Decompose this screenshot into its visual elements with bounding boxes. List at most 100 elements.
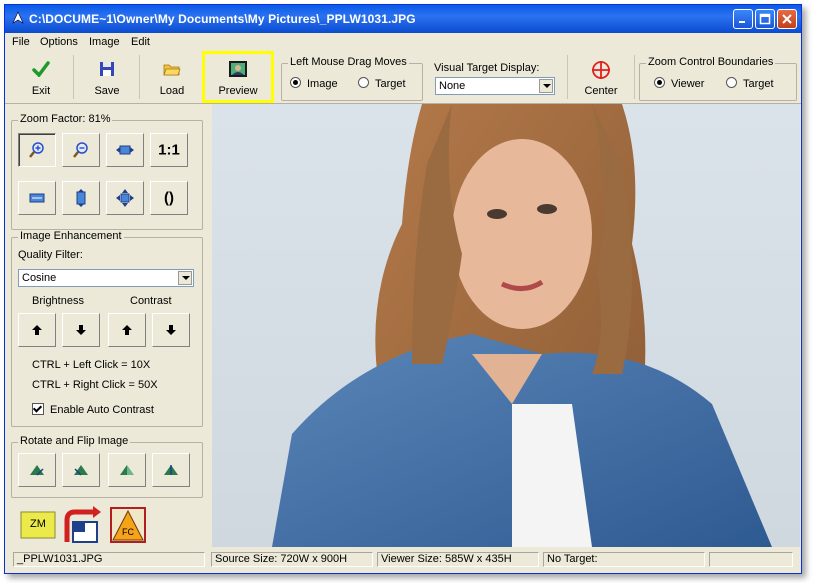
drag-moves-target-radio[interactable]: Target (358, 77, 406, 90)
window-title: C:\DOCUME~1\Owner\My Documents\My Pictur… (29, 12, 416, 26)
load-button[interactable]: Load (141, 55, 204, 99)
arrow-down-icon (166, 325, 176, 335)
radio-unselected-icon (358, 77, 369, 88)
flip-horizontal-icon (120, 465, 134, 475)
brightness-up-button[interactable] (18, 313, 56, 347)
fit-width-icon (29, 193, 45, 203)
zm-label: ZM (30, 518, 46, 530)
zoom-out-button[interactable] (62, 133, 100, 167)
actual-size-label: 1:1 (158, 141, 180, 159)
image-enhancement-title: Image Enhancement (18, 230, 124, 242)
preview-label: Preview (218, 85, 258, 97)
menu-options[interactable]: Options (40, 36, 78, 48)
status-viewer-size: Viewer Size: 585W x 435H (377, 552, 539, 567)
flip-vertical-icon (164, 465, 178, 475)
close-icon (782, 14, 792, 24)
zoom-factor-group: Zoom Factor: 81% 1:1 () (11, 113, 203, 230)
app-window: C:\DOCUME~1\Owner\My Documents\My Pictur… (4, 4, 802, 574)
status-extra (709, 552, 793, 567)
center-button[interactable]: Center (567, 55, 635, 99)
rotate-right-icon (74, 465, 88, 476)
crosshair-icon (592, 61, 610, 79)
status-source-size: Source Size: 720W x 900H (211, 552, 373, 567)
zm-button[interactable]: ZM (19, 508, 57, 542)
zoom-boundaries-target-label: Target (743, 78, 774, 90)
arrow-up-icon (122, 325, 132, 335)
fc-button[interactable]: FC (109, 506, 147, 544)
portrait-photo (212, 104, 800, 547)
status-bar: _PPLW1031.JPG Source Size: 720W x 900H V… (5, 549, 801, 571)
close-button[interactable] (777, 9, 797, 29)
visual-target-select[interactable]: None (435, 77, 555, 95)
move-arrows-icon (116, 189, 134, 207)
drag-moves-image-radio[interactable]: Image (290, 77, 338, 90)
zoom-boundaries-title: Zoom Control Boundaries (646, 56, 776, 68)
drag-moves-image-label: Image (307, 78, 338, 90)
quality-filter-value: Cosine (22, 272, 57, 284)
minimize-icon (739, 21, 745, 23)
menu-image[interactable]: Image (89, 36, 120, 48)
folder-icon (163, 64, 181, 76)
flip-vertical-button[interactable] (152, 453, 190, 487)
fit-window-icon (116, 145, 134, 155)
dropdown-arrow-icon[interactable] (539, 79, 553, 93)
maximize-icon (759, 13, 771, 25)
center-image-button[interactable] (106, 181, 144, 215)
fit-width-button[interactable] (18, 181, 56, 215)
save-button[interactable]: Save (75, 55, 140, 99)
auto-contrast-label: Enable Auto Contrast (50, 404, 154, 416)
zoom-boundaries-viewer-radio[interactable]: Viewer (654, 77, 704, 90)
checkbox-checked-icon (32, 403, 44, 415)
left-control-panel: Zoom Factor: 81% 1:1 () Image Enhancemen… (5, 104, 211, 548)
fit-height-icon (76, 189, 86, 207)
visual-target-value: None (439, 80, 466, 92)
quality-filter-label: Quality Filter: (18, 249, 83, 261)
fit-window-button[interactable] (106, 133, 144, 167)
brightness-label: Brightness (32, 295, 84, 307)
image-viewer[interactable] (212, 104, 800, 547)
minimize-button[interactable] (733, 9, 753, 29)
maximize-button[interactable] (755, 9, 775, 29)
zoom-boundaries-target-radio[interactable]: Target (726, 77, 774, 90)
fit-height-button[interactable] (62, 181, 100, 215)
arrow-up-icon (32, 325, 42, 335)
rotate-flip-title: Rotate and Flip Image (18, 435, 131, 447)
contrast-down-button[interactable] (152, 313, 190, 347)
fc-icon (110, 507, 146, 543)
zoom-in-button[interactable] (18, 133, 56, 167)
visual-target-title: Visual Target Display: (434, 62, 540, 74)
menu-edit[interactable]: Edit (131, 36, 150, 48)
reset-button[interactable]: () (150, 181, 188, 215)
checkmark-icon (32, 61, 50, 77)
dropdown-arrow-icon[interactable] (178, 271, 192, 285)
fc-label: FC (122, 527, 134, 537)
contrast-up-button[interactable] (108, 313, 146, 347)
rotate-left-button[interactable] (18, 453, 56, 487)
zoom-boundaries-group: Zoom Control Boundaries Viewer Target (639, 56, 797, 101)
load-label: Load (159, 85, 185, 97)
ctrl-right-hint: CTRL + Right Click = 50X (32, 379, 158, 391)
arrow-down-icon (76, 325, 86, 335)
floppy-disk-icon (100, 62, 114, 76)
brightness-down-button[interactable] (62, 313, 100, 347)
quality-filter-select[interactable]: Cosine (18, 269, 194, 287)
title-bar[interactable]: C:\DOCUME~1\Owner\My Documents\My Pictur… (5, 5, 801, 33)
zoom-in-icon (29, 142, 44, 158)
preview-button[interactable]: Preview (202, 51, 274, 103)
flip-horizontal-button[interactable] (108, 453, 146, 487)
crop-button[interactable] (63, 506, 103, 544)
exit-button[interactable]: Exit (9, 55, 74, 99)
rotate-right-button[interactable] (62, 453, 100, 487)
auto-contrast-checkbox[interactable]: Enable Auto Contrast (32, 403, 154, 416)
radio-unselected-icon (726, 77, 737, 88)
toolbar: Exit Save Load Preview Left Mouse Drag M… (5, 51, 801, 104)
contrast-label: Contrast (130, 295, 172, 307)
menu-bar: File Options Image Edit (5, 33, 801, 51)
rotate-left-icon (30, 465, 44, 476)
image-enhancement-group: Image Enhancement Quality Filter: Cosine… (11, 230, 203, 427)
menu-file[interactable]: File (12, 36, 30, 48)
crop-arrow-icon (64, 506, 101, 543)
status-target: No Target: (543, 552, 705, 567)
brackets-icon: () (164, 189, 174, 207)
actual-size-button[interactable]: 1:1 (150, 133, 188, 167)
